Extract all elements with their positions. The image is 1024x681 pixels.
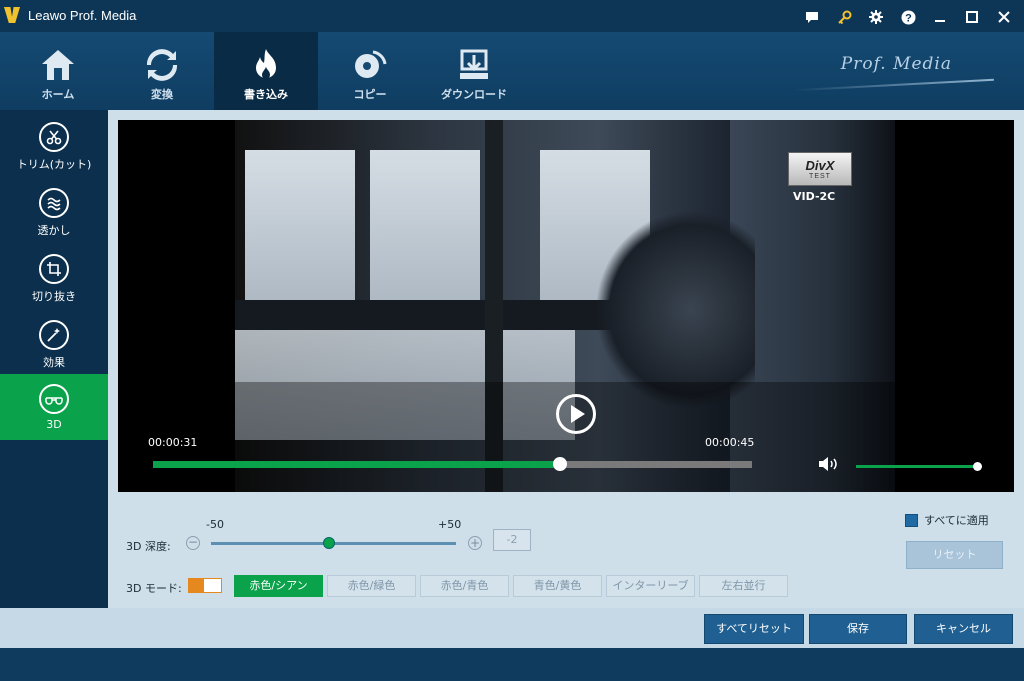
tab-convert-label: 変換 <box>151 88 173 101</box>
depth-max-label: +50 <box>438 518 462 531</box>
scissors-icon <box>39 122 69 152</box>
app-window: Leawo Prof. Media ? ホーム 変換 書き込み コピー ダウンロ… <box>0 0 1024 681</box>
action-bar: すべてリセット 保存 キャンセル <box>0 608 1024 648</box>
reset-button[interactable]: リセット <box>906 541 1003 569</box>
volume-slider-level <box>856 465 977 468</box>
tab-burn[interactable]: 書き込み <box>214 32 318 110</box>
play-button[interactable] <box>556 394 596 434</box>
volume-icon[interactable] <box>818 455 842 473</box>
top-navigation: ホーム 変換 書き込み コピー ダウンロード Prof. Media <box>0 32 1024 110</box>
sidebar-item-label: 効果 <box>43 356 65 369</box>
divx-logo: DivX TEST <box>788 152 852 186</box>
convert-icon <box>142 46 182 84</box>
video-id-label: VID-2C <box>793 190 836 203</box>
sidebar-item-label: 切り抜き <box>32 290 76 303</box>
brand-logo: Prof. Media <box>840 54 952 74</box>
tab-download[interactable]: ダウンロード <box>422 32 526 110</box>
sidebar-item-watermark[interactable]: 透かし <box>0 178 108 244</box>
tab-burn-label: 書き込み <box>244 88 288 101</box>
save-button[interactable]: 保存 <box>809 614 907 644</box>
sidebar-item-label: 3D <box>46 418 62 431</box>
home-icon <box>38 46 78 84</box>
mode-interleave-button[interactable]: インターリーブ <box>606 575 695 597</box>
edit-sidebar: トリム(カット) 透かし 切り抜き 効果 3D <box>0 110 108 608</box>
3d-mode-toggle[interactable] <box>188 578 222 593</box>
editor-panel: DivX TEST VID-2C 00:00:31 00:00:45 3D 深度 <box>108 110 1024 608</box>
video-window-frame <box>235 300 655 330</box>
apply-all-checkbox[interactable]: すべてに適用 <box>905 512 989 528</box>
effect-icon <box>39 320 69 350</box>
tab-convert[interactable]: 変換 <box>110 32 214 110</box>
burn-icon <box>246 46 286 84</box>
volume-slider-thumb[interactable] <box>972 462 982 471</box>
sidebar-item-trim[interactable]: トリム(カット) <box>0 112 108 178</box>
depth-min-label: -50 <box>206 518 224 531</box>
3d-glasses-icon <box>39 384 69 414</box>
app-logo-icon <box>4 7 20 23</box>
checkbox-box[interactable] <box>905 513 918 527</box>
sidebar-item-3d[interactable]: 3D <box>0 374 108 440</box>
tab-home-label: ホーム <box>41 88 75 101</box>
video-window-pane <box>370 150 480 300</box>
watermark-icon <box>39 188 69 218</box>
settings-gear-icon[interactable] <box>862 6 890 28</box>
depth-slider[interactable] <box>211 537 456 549</box>
reset-all-button[interactable]: すべてリセット <box>704 614 804 644</box>
cancel-button[interactable]: キャンセル <box>914 614 1013 644</box>
apply-all-label: すべてに適用 <box>924 514 989 527</box>
footer-bar <box>0 648 1024 681</box>
video-hand <box>595 210 755 410</box>
key-icon[interactable] <box>830 6 858 28</box>
seek-bar-progress <box>153 461 561 468</box>
depth-increase-button[interactable]: + <box>468 536 482 550</box>
current-time: 00:00:31 <box>148 436 198 449</box>
video-preview[interactable]: DivX TEST VID-2C 00:00:31 00:00:45 <box>118 120 1014 492</box>
seek-bar[interactable] <box>153 457 752 471</box>
copy-disc-icon <box>350 46 390 84</box>
sidebar-item-effect[interactable]: 効果 <box>0 310 108 376</box>
depth-decrease-button[interactable]: − <box>186 536 200 550</box>
3d-mode-label: 3D モード: <box>126 582 182 595</box>
mode-red-blue-button[interactable]: 赤色/青色 <box>420 575 509 597</box>
tab-download-label: ダウンロード <box>441 88 507 101</box>
maximize-icon[interactable] <box>958 6 986 28</box>
mode-blue-yellow-button[interactable]: 青色/黄色 <box>513 575 602 597</box>
tab-home[interactable]: ホーム <box>6 32 110 110</box>
divx-logo-subtext: TEST <box>809 173 831 180</box>
depth-slider-thumb[interactable] <box>322 537 335 549</box>
sidebar-item-label: 透かし <box>37 224 71 237</box>
depth-value-field[interactable]: -2 <box>493 529 531 551</box>
3d-settings: 3D 深度: -50 +50 − + -2 3D モード: 赤色/シアン 赤色/… <box>108 500 1024 608</box>
mode-red-green-button[interactable]: 赤色/緑色 <box>327 575 416 597</box>
chat-icon[interactable] <box>798 6 826 28</box>
3d-depth-label: 3D 深度: <box>126 540 171 553</box>
minimize-icon[interactable] <box>926 6 954 28</box>
mode-side-by-side-button[interactable]: 左右並行 <box>699 575 788 597</box>
total-time: 00:00:45 <box>705 436 755 449</box>
tab-copy-label: コピー <box>353 88 387 101</box>
help-icon[interactable]: ? <box>894 6 922 28</box>
divx-logo-text: DivX <box>805 158 835 173</box>
brand-swoosh <box>794 78 994 92</box>
video-window-pane <box>245 150 355 300</box>
tab-copy[interactable]: コピー <box>318 32 422 110</box>
close-icon[interactable] <box>990 6 1018 28</box>
sidebar-item-label: トリム(カット) <box>16 158 92 171</box>
svg-text:?: ? <box>905 12 912 24</box>
mode-red-cyan-button[interactable]: 赤色/シアン <box>234 575 323 597</box>
play-icon <box>571 405 585 423</box>
sidebar-item-crop[interactable]: 切り抜き <box>0 244 108 310</box>
title-bar: Leawo Prof. Media ? <box>0 0 1024 32</box>
app-title: Leawo Prof. Media <box>28 8 137 23</box>
download-icon <box>454 46 494 84</box>
crop-icon <box>39 254 69 284</box>
volume-slider[interactable] <box>856 462 982 471</box>
